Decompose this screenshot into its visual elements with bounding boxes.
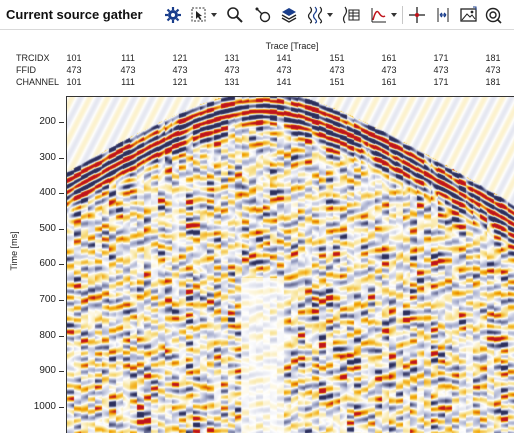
y-tick-mark (59, 406, 64, 408)
y-tick-mark (59, 193, 64, 195)
header-value: 121 (172, 77, 188, 87)
header-row-label: TRCIDX (16, 53, 50, 63)
header-value: 141 (276, 77, 292, 87)
header-value: 141 (276, 53, 292, 63)
settings-target-icon[interactable] (482, 3, 504, 27)
zoom-icon[interactable] (224, 3, 246, 27)
select-arrow-icon[interactable] (188, 3, 210, 27)
header-value: 151 (329, 77, 345, 87)
header-value: 181 (485, 77, 501, 87)
layers-icon[interactable] (278, 3, 300, 27)
toolbar-separator (402, 6, 403, 24)
header-value: 473 (433, 65, 449, 75)
header-value: 171 (433, 77, 449, 87)
y-tick-mark (59, 122, 64, 123)
image-icon[interactable] (458, 3, 480, 27)
window-title: Current source gather (6, 7, 143, 22)
header-value: 121 (172, 53, 188, 63)
y-tick-label: 800 (39, 329, 56, 341)
header-value: 151 (329, 53, 345, 63)
y-tick-label: 900 (39, 365, 56, 377)
header-value: 473 (329, 65, 345, 75)
y-tick-mark (59, 335, 64, 337)
pick-icon[interactable] (252, 3, 274, 27)
header-row-label: FFID (16, 65, 36, 75)
header-value: 131 (224, 77, 240, 87)
header-value: 111 (121, 53, 135, 63)
header-value: 473 (276, 65, 292, 75)
y-tick-label: 300 (39, 151, 56, 163)
time-axis: Time [ms] 200 300 400 500 600 700 800 900 1000 (0, 96, 66, 433)
y-tick-label: 700 (39, 294, 56, 305)
y-tick-mark (59, 228, 64, 230)
wiggle-icon[interactable] (304, 3, 326, 27)
header-value: 111 (121, 77, 135, 87)
chevron-down-icon[interactable] (209, 3, 219, 27)
chevron-down-icon[interactable] (389, 3, 399, 27)
seismic-gather-plot[interactable] (66, 96, 514, 433)
header-value: 161 (381, 77, 397, 87)
header-value: 181 (485, 53, 501, 63)
header-value: 101 (66, 77, 82, 87)
y-tick-label: 200 (39, 116, 56, 127)
title-bar: Current source gather (0, 0, 514, 30)
header-value: 131 (224, 53, 240, 63)
x-axis-title: Trace [Trace] (265, 41, 319, 51)
chevron-down-icon[interactable] (325, 3, 335, 27)
y-tick-label: 1000 (33, 400, 56, 412)
y-tick-mark (59, 157, 64, 159)
header-value: 101 (66, 53, 82, 63)
y-tick-label: 600 (39, 258, 56, 270)
seismic-image[interactable] (67, 97, 514, 433)
gear-icon[interactable] (162, 3, 184, 27)
header-value: 473 (224, 65, 240, 75)
y-tick-mark (59, 264, 64, 266)
header-value: 473 (66, 65, 82, 75)
header-row-label: CHANNEL (16, 77, 60, 87)
header-value: 473 (120, 65, 136, 75)
crosshair-icon[interactable] (406, 3, 428, 27)
header-value: 473 (381, 65, 397, 75)
y-tick-label: 400 (39, 187, 56, 199)
header-table-icon[interactable] (340, 3, 362, 27)
spectrum-icon[interactable] (368, 3, 390, 27)
y-tick-mark (59, 300, 64, 301)
header-value: 473 (172, 65, 188, 75)
expand-icon[interactable] (432, 3, 454, 27)
y-tick-mark (59, 371, 64, 373)
header-value: 473 (485, 65, 501, 75)
header-value: 161 (381, 53, 397, 63)
trace-header-panel: Trace [Trace] TRCIDX 101 111 121 131 141 151 16… (0, 30, 514, 96)
y-tick-label: 500 (39, 222, 56, 234)
header-value: 171 (433, 53, 449, 63)
